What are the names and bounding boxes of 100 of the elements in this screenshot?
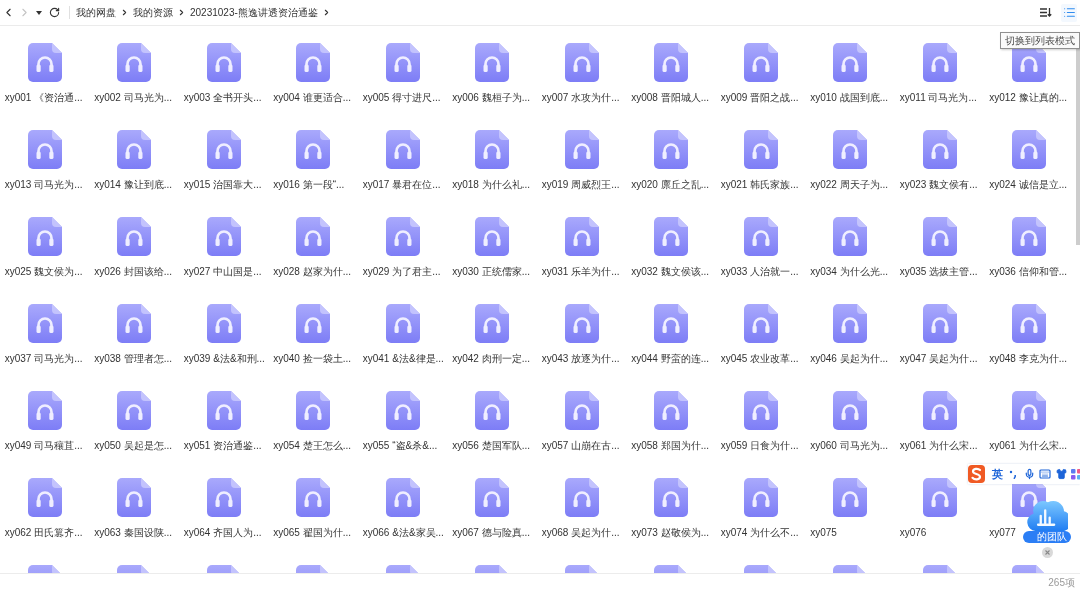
file-name[interactable]: xy029 为了君主... bbox=[361, 266, 442, 278]
headphones-file-icon[interactable] bbox=[922, 391, 957, 430]
headphones-file-icon[interactable] bbox=[1012, 565, 1047, 573]
headphones-file-icon[interactable] bbox=[1012, 217, 1047, 256]
headphones-file-icon[interactable] bbox=[654, 130, 689, 169]
headphones-file-icon[interactable] bbox=[654, 391, 689, 430]
headphones-file-icon[interactable] bbox=[27, 391, 62, 430]
headphones-file-icon[interactable] bbox=[117, 478, 152, 517]
headphones-file-icon[interactable] bbox=[206, 130, 241, 169]
file-name[interactable]: xy041 &法&律是... bbox=[361, 353, 445, 365]
file-name[interactable]: xy027 中山国是... bbox=[182, 266, 263, 278]
file-name[interactable]: xy026 封国该给... bbox=[93, 266, 174, 278]
headphones-file-icon[interactable] bbox=[743, 304, 778, 343]
headphones-file-icon[interactable] bbox=[922, 43, 957, 82]
keyboard-icon[interactable] bbox=[1039, 468, 1051, 480]
headphones-file-icon[interactable] bbox=[296, 478, 331, 517]
headphones-file-icon[interactable] bbox=[296, 304, 331, 343]
file-name[interactable]: xy010 战国到底... bbox=[809, 92, 890, 104]
headphones-file-icon[interactable] bbox=[385, 43, 420, 82]
file-name[interactable]: xy037 司马光为... bbox=[3, 353, 84, 365]
headphones-file-icon[interactable] bbox=[564, 43, 599, 82]
headphones-file-icon[interactable] bbox=[922, 478, 957, 517]
file-name[interactable]: xy024 诚信是立... bbox=[988, 179, 1069, 191]
headphones-file-icon[interactable] bbox=[654, 478, 689, 517]
file-name[interactable]: xy015 治国靠大... bbox=[182, 179, 263, 191]
file-name[interactable]: xy073 赵敬侯为... bbox=[630, 527, 711, 539]
file-name[interactable]: xy060 司马光为... bbox=[809, 440, 890, 452]
file-name[interactable]: xy034 为什么光... bbox=[809, 266, 890, 278]
shirt-icon[interactable] bbox=[1056, 468, 1067, 480]
file-name[interactable]: xy050 吴起是怎... bbox=[93, 440, 174, 452]
breadcrumb-link[interactable]: 20231023-熊逸讲透资治通鉴 bbox=[190, 6, 318, 19]
headphones-file-icon[interactable] bbox=[475, 478, 510, 517]
headphones-file-icon[interactable] bbox=[654, 217, 689, 256]
headphones-file-icon[interactable] bbox=[743, 478, 778, 517]
file-name[interactable]: xy058 郑国为什... bbox=[630, 440, 711, 452]
headphones-file-icon[interactable] bbox=[385, 478, 420, 517]
file-name[interactable]: xy012 豫让真的... bbox=[988, 92, 1069, 104]
file-name[interactable]: xy021 韩氏家族... bbox=[719, 179, 800, 191]
headphones-file-icon[interactable] bbox=[385, 391, 420, 430]
headphones-file-icon[interactable] bbox=[117, 43, 152, 82]
file-name[interactable]: xy055 “盗&杀&... bbox=[361, 440, 439, 452]
headphones-file-icon[interactable] bbox=[833, 43, 868, 82]
headphones-file-icon[interactable] bbox=[296, 43, 331, 82]
headphones-file-icon[interactable] bbox=[1012, 130, 1047, 169]
headphones-file-icon[interactable] bbox=[743, 43, 778, 82]
headphones-file-icon[interactable] bbox=[385, 130, 420, 169]
file-name[interactable]: xy038 管理者怎... bbox=[93, 353, 174, 365]
close-icon[interactable] bbox=[1041, 547, 1053, 558]
headphones-file-icon[interactable] bbox=[296, 391, 331, 430]
headphones-file-icon[interactable] bbox=[833, 304, 868, 343]
headphones-file-icon[interactable] bbox=[117, 565, 152, 573]
headphones-file-icon[interactable] bbox=[206, 304, 241, 343]
headphones-file-icon[interactable] bbox=[564, 130, 599, 169]
headphones-file-icon[interactable] bbox=[117, 130, 152, 169]
headphones-file-icon[interactable] bbox=[922, 565, 957, 573]
file-name[interactable]: xy044 野蛮的连... bbox=[630, 353, 711, 365]
file-name[interactable]: xy022 周天子为... bbox=[809, 179, 890, 191]
file-name[interactable]: xy048 李克为什... bbox=[988, 353, 1069, 365]
file-name[interactable]: xy065 翟国为什... bbox=[272, 527, 353, 539]
headphones-file-icon[interactable] bbox=[564, 304, 599, 343]
file-name[interactable]: xy033 人治就一... bbox=[719, 266, 800, 278]
widget-label[interactable]: 的团队 bbox=[1023, 531, 1071, 543]
file-name[interactable]: xy045 农业改革... bbox=[719, 353, 800, 365]
file-name[interactable]: xy063 秦国设陕... bbox=[93, 527, 174, 539]
file-name[interactable]: xy051 资治通鉴... bbox=[182, 440, 263, 452]
headphones-file-icon[interactable] bbox=[475, 217, 510, 256]
file-name[interactable]: xy004 谁更适合... bbox=[272, 92, 353, 104]
file-name[interactable]: xy035 选拔主管... bbox=[898, 266, 979, 278]
headphones-file-icon[interactable] bbox=[206, 217, 241, 256]
headphones-file-icon[interactable] bbox=[27, 43, 62, 82]
headphones-file-icon[interactable] bbox=[206, 43, 241, 82]
headphones-file-icon[interactable] bbox=[27, 217, 62, 256]
file-name[interactable]: xy031 乐羊为什... bbox=[540, 266, 621, 278]
file-name[interactable]: xy047 吴起为什... bbox=[898, 353, 979, 365]
headphones-file-icon[interactable] bbox=[743, 217, 778, 256]
headphones-file-icon[interactable] bbox=[206, 391, 241, 430]
headphones-file-icon[interactable] bbox=[1012, 304, 1047, 343]
file-name[interactable]: xy028 赵家为什... bbox=[272, 266, 353, 278]
file-name[interactable]: xy049 司马穰苴... bbox=[3, 440, 84, 452]
microphone-icon[interactable] bbox=[1024, 468, 1035, 480]
file-name[interactable]: xy061 为什么宋... bbox=[898, 440, 979, 452]
headphones-file-icon[interactable] bbox=[833, 565, 868, 573]
headphones-file-icon[interactable] bbox=[564, 478, 599, 517]
file-name[interactable]: xy054 楚王怎么... bbox=[272, 440, 353, 452]
file-name[interactable]: xy008 晋阳城人... bbox=[630, 92, 711, 104]
grid-icon[interactable] bbox=[1071, 468, 1080, 480]
file-name[interactable]: xy009 晋阳之战... bbox=[719, 92, 800, 104]
file-name[interactable]: xy067 德与险真... bbox=[451, 527, 532, 539]
headphones-file-icon[interactable] bbox=[475, 43, 510, 82]
breadcrumb-link[interactable]: 我的资源 bbox=[133, 6, 173, 19]
file-name[interactable]: xy018 为什么礼... bbox=[451, 179, 532, 191]
headphones-file-icon[interactable] bbox=[564, 391, 599, 430]
file-name[interactable]: xy039 &法&和刑... bbox=[182, 353, 266, 365]
headphones-file-icon[interactable] bbox=[475, 565, 510, 573]
headphones-file-icon[interactable] bbox=[564, 217, 599, 256]
file-name[interactable]: xy062 田氏篡齐... bbox=[3, 527, 84, 539]
headphones-file-icon[interactable] bbox=[654, 304, 689, 343]
file-name[interactable]: xy043 放逐为什... bbox=[540, 353, 621, 365]
file-name[interactable]: xy023 魏文侯有... bbox=[898, 179, 979, 191]
headphones-file-icon[interactable] bbox=[654, 565, 689, 573]
